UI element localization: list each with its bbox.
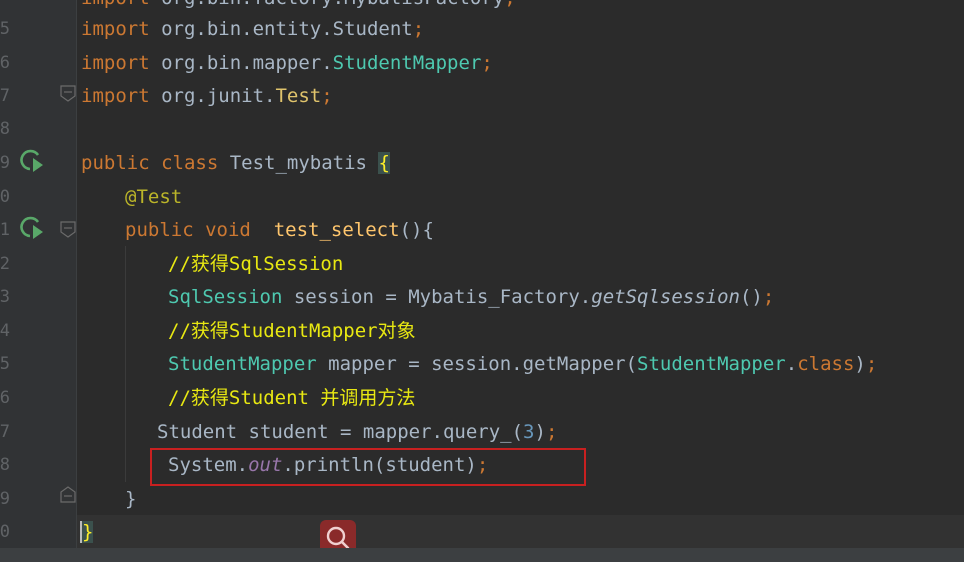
gutter: 5 6 7 8 9 0 1 2 3 4 5 6 7 8 9 0 — [0, 0, 76, 548]
horizontal-scrollbar[interactable] — [0, 548, 964, 562]
fold-icon[interactable] — [59, 486, 77, 504]
code-line: SqlSession session = Mybatis_Factory.get… — [168, 286, 775, 308]
code-line: public void test_select(){ — [125, 219, 434, 241]
code-comment: //获得SqlSession — [168, 253, 344, 275]
run-test-icon[interactable] — [16, 212, 44, 240]
code-line: } — [125, 488, 137, 510]
line-number: 9 — [0, 153, 10, 173]
line-number: 4 — [0, 321, 10, 341]
line-number: 6 — [0, 388, 10, 408]
code-line: public class Test_mybatis { — [81, 152, 390, 174]
code-comment: //获得Student 并调用方法 — [168, 387, 416, 409]
gutter-separator — [76, 0, 77, 548]
code-line: import org.bin.mapper.StudentMapper; — [81, 52, 493, 74]
line-number: 5 — [0, 19, 10, 39]
indent-guide — [125, 246, 126, 482]
line-number: 2 — [0, 254, 10, 274]
red-highlight-box — [150, 448, 586, 486]
line-number: 5 — [0, 354, 10, 374]
line-number: 0 — [0, 522, 10, 542]
code-line: Student student = mapper.query_(3); — [157, 421, 558, 443]
line-number: 8 — [0, 119, 10, 139]
fold-icon[interactable] — [59, 84, 77, 102]
code-line: StudentMapper mapper = session.getMapper… — [168, 353, 878, 375]
line-number: 9 — [0, 489, 10, 509]
line-number: 7 — [0, 422, 10, 442]
code-comment: //获得StudentMapper对象 — [168, 320, 416, 342]
line-number: 7 — [0, 86, 10, 106]
line-number: 1 — [0, 220, 10, 240]
line-number: 8 — [0, 455, 10, 475]
line-number: 6 — [0, 53, 10, 73]
code-line: @Test — [125, 186, 183, 208]
current-line[interactable]: } — [77, 515, 964, 549]
line-number: 3 — [0, 287, 10, 307]
run-test-icon[interactable] — [16, 145, 44, 173]
line-number: 0 — [0, 187, 10, 207]
code-line: import org.bin.entity.Student; — [81, 18, 425, 40]
code-line: import org.junit.Test; — [81, 85, 333, 107]
code-editor[interactable]: 5 6 7 8 9 0 1 2 3 4 5 6 7 8 9 0 import o… — [0, 0, 964, 562]
fold-icon[interactable] — [59, 220, 77, 238]
